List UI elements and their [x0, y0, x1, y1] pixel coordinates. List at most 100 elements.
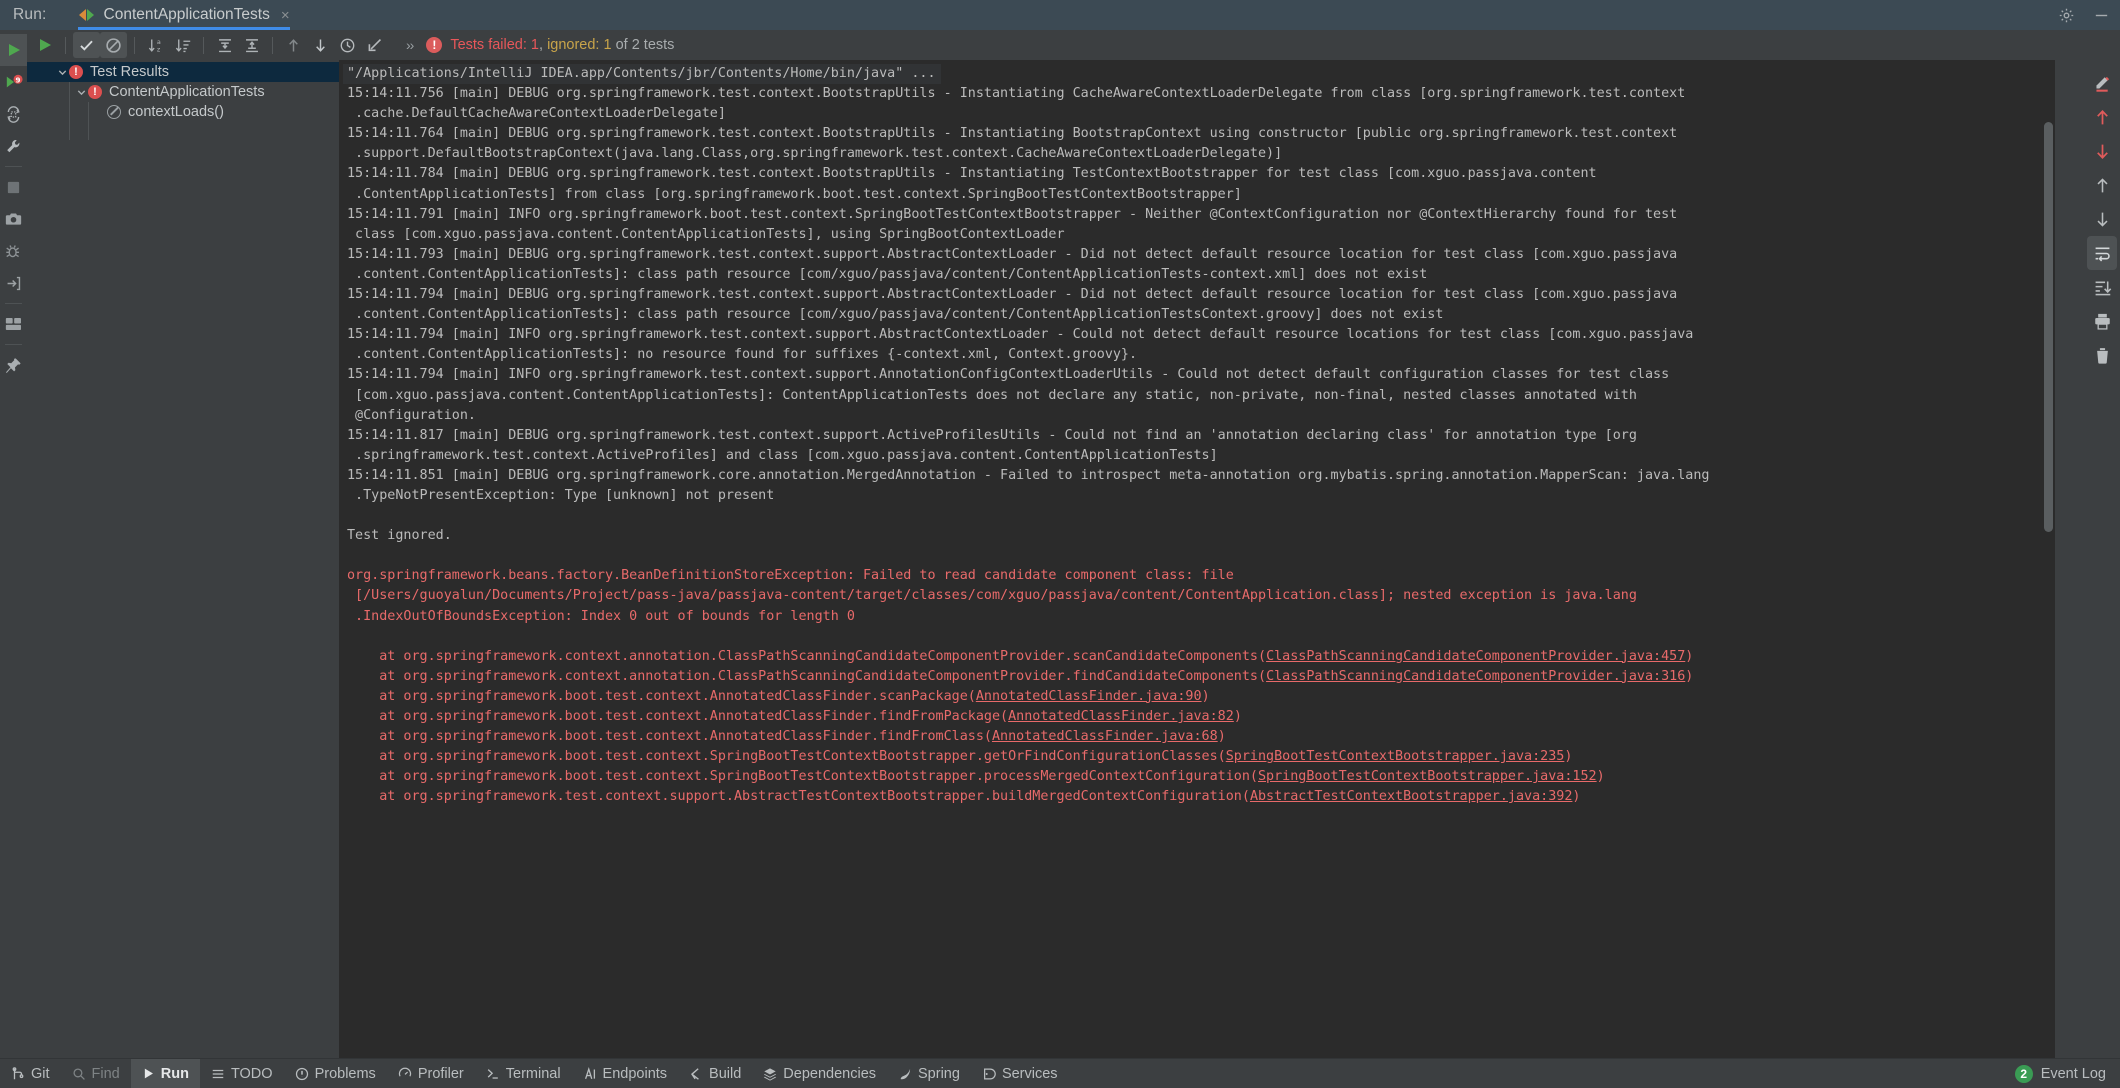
console-line: [com.xguo.passjava.content.ContentApplic… [339, 386, 2055, 406]
status-spring[interactable]: Spring [887, 1059, 971, 1088]
status-run[interactable]: Run [131, 1059, 200, 1088]
close-icon[interactable]: × [281, 8, 290, 23]
console-line: 15:14:11.817 [main] DEBUG org.springfram… [339, 426, 2055, 446]
status-terminal-label: Terminal [506, 1066, 561, 1082]
console-stack-trace: at org.springframework.context.annotatio… [339, 647, 2055, 808]
minimize-icon[interactable] [2093, 7, 2110, 24]
stack-frame-link[interactable]: SpringBootTestContextBootstrapper.java:1… [1258, 769, 1597, 784]
camera-icon[interactable] [0, 203, 27, 235]
console-line: 15:14:11.794 [main] DEBUG org.springfram… [339, 285, 2055, 305]
next-failed-test-button[interactable] [307, 32, 334, 58]
stack-frame-text: at org.springframework.boot.test.context… [347, 709, 1008, 724]
sort-by-duration-button[interactable] [169, 32, 196, 58]
collapse-all-button[interactable] [238, 32, 265, 58]
status-profiler[interactable]: Profiler [387, 1059, 475, 1088]
arrow-down-red-icon[interactable] [2087, 134, 2117, 168]
stack-frame-text: at org.springframework.boot.test.context… [347, 729, 992, 744]
console-line: .content.ContentApplicationTests]: no re… [339, 345, 2055, 365]
test-output-console[interactable]: "/Applications/IntelliJ IDEA.app/Content… [339, 60, 2055, 1058]
status-build[interactable]: Build [678, 1059, 752, 1088]
wrench-icon[interactable] [0, 130, 27, 162]
status-endpoints[interactable]: Endpoints [572, 1059, 679, 1088]
stack-frame-text-end: ) [1202, 689, 1210, 704]
trash-icon[interactable] [2087, 338, 2117, 372]
console-line: .content.ContentApplicationTests]: class… [339, 265, 2055, 285]
console-line: 15:14:11.791 [main] INFO org.springframe… [339, 205, 2055, 225]
console-line: 15:14:11.793 [main] DEBUG org.springfram… [339, 245, 2055, 265]
stack-frame-link[interactable]: ClassPathScanningCandidateComponentProvi… [1266, 669, 1685, 684]
stack-frame-link[interactable]: AbstractTestContextBootstrapper.java:392 [1250, 789, 1572, 804]
show-ignored-button[interactable] [100, 32, 127, 58]
tree-node-content-application-tests[interactable]: ! ContentApplicationTests [27, 82, 339, 102]
rerun-failed-button[interactable]: 9 [0, 66, 27, 98]
import-test-results-button[interactable] [361, 32, 388, 58]
gear-icon[interactable] [2058, 7, 2075, 24]
pencil-underline-icon[interactable] [2087, 66, 2117, 100]
test-results-tree[interactable]: ! Test Results ! ContentApplicationTests… [27, 60, 339, 1058]
stack-frame-link[interactable]: ClassPathScanningCandidateComponentProvi… [1266, 649, 1685, 664]
status-todo[interactable]: TODO [200, 1059, 284, 1088]
tree-node-context-loads[interactable]: contextLoads() [27, 102, 339, 122]
titlebar-actions [2058, 0, 2110, 30]
run-button[interactable] [0, 34, 27, 66]
status-services[interactable]: Services [971, 1059, 1069, 1088]
expand-all-button[interactable] [211, 32, 238, 58]
status-build-label: Build [709, 1066, 741, 1082]
rerun-tests-button[interactable] [31, 32, 58, 58]
status-git-label: Git [31, 1066, 50, 1082]
status-dependencies[interactable]: Dependencies [752, 1059, 887, 1088]
console-line: class [com.xguo.passjava.content.Content… [339, 225, 2055, 245]
previous-failed-test-button[interactable] [280, 32, 307, 58]
debug-bug-icon[interactable] [0, 235, 27, 267]
soft-wrap-icon[interactable] [2087, 236, 2117, 270]
stop-icon[interactable] [0, 171, 27, 203]
status-services-label: Services [1002, 1066, 1058, 1082]
stack-frame-text: at org.springframework.context.annotatio… [347, 669, 1266, 684]
console-command-line: "/Applications/IntelliJ IDEA.app/Content… [343, 64, 941, 84]
arrow-up-red-icon[interactable] [2087, 100, 2117, 134]
stack-frame-link[interactable]: SpringBootTestContextBootstrapper.java:2… [1226, 749, 1565, 764]
printer-icon[interactable] [2087, 304, 2117, 338]
status-spring-label: Spring [918, 1066, 960, 1082]
expand-toolbar-icon[interactable]: ›› [406, 37, 413, 53]
status-endpoints-label: Endpoints [603, 1066, 668, 1082]
status-ignored-count: ignored: 1 [547, 37, 612, 53]
stack-frame-link[interactable]: AnnotatedClassFinder.java:68 [992, 729, 1218, 744]
stack-frame-text-end: ) [1685, 649, 1693, 664]
stack-frame-link[interactable]: AnnotatedClassFinder.java:90 [976, 689, 1202, 704]
sort-alphabetically-button[interactable]: a z [142, 32, 169, 58]
status-terminal[interactable]: Terminal [475, 1059, 572, 1088]
pin-icon[interactable] [0, 349, 27, 381]
status-git[interactable]: Git [0, 1059, 61, 1088]
console-line: .IndexOutOfBoundsException: Index 0 out … [339, 607, 2055, 627]
stack-trace-line: at org.springframework.test.context.supp… [339, 787, 2055, 807]
layout-icon[interactable] [0, 308, 27, 340]
auto-test-icon[interactable] [0, 98, 27, 130]
status-run-label: Run [161, 1066, 189, 1082]
console-line: .springframework.test.context.ActiveProf… [339, 446, 2055, 466]
stack-frame-text-end: ) [1218, 729, 1226, 744]
chevron-down-icon[interactable] [55, 67, 69, 78]
console-line [339, 546, 2055, 566]
divider [272, 37, 273, 54]
run-tool-window-titlebar: Run: ContentApplicationTests × [0, 0, 2120, 30]
console-line [339, 506, 2055, 526]
status-problems[interactable]: Problems [284, 1059, 387, 1088]
event-log-label[interactable]: Event Log [2041, 1066, 2106, 1082]
arrow-up-icon[interactable] [2087, 168, 2117, 202]
tree-node-label: Test Results [90, 64, 169, 80]
stack-frame-link[interactable]: AnnotatedClassFinder.java:82 [1008, 709, 1234, 724]
tree-node-test-results[interactable]: ! Test Results [27, 62, 339, 82]
tab-content-application-tests[interactable]: ContentApplicationTests × [75, 0, 296, 30]
run-actions-sidebar: 9 [0, 30, 27, 1058]
stack-trace-line: at org.springframework.context.annotatio… [339, 647, 2055, 667]
status-find[interactable]: Find [61, 1059, 131, 1088]
resume-icon[interactable] [0, 267, 27, 299]
divider [5, 166, 22, 167]
scroll-to-end-icon[interactable] [2087, 270, 2117, 304]
test-history-button[interactable] [334, 32, 361, 58]
chevron-down-icon[interactable] [74, 87, 88, 98]
arrow-down-icon[interactable] [2087, 202, 2117, 236]
console-scrollbar[interactable] [2044, 122, 2053, 532]
show-passed-button[interactable] [73, 32, 100, 58]
